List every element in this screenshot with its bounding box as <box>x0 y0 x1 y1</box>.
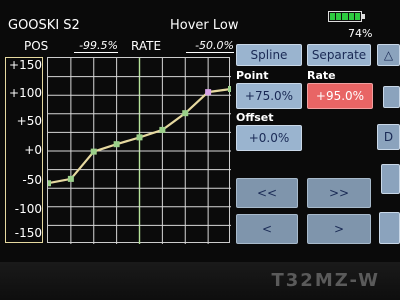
point-value: +75.0% <box>244 89 294 103</box>
curve-point <box>90 148 97 155</box>
curve-graph[interactable] <box>47 57 231 244</box>
curve-svg <box>48 58 231 244</box>
edge-button-right[interactable] <box>381 164 400 194</box>
curve-point <box>228 86 231 92</box>
offset-value-button[interactable]: +0.0% <box>236 125 302 151</box>
first-point-icon: << <box>256 186 278 200</box>
pos-label: POS <box>24 39 49 53</box>
curve-point <box>182 110 189 117</box>
curve-point <box>113 141 120 148</box>
spline-button[interactable]: Spline <box>236 44 302 66</box>
battery-tip <box>362 14 365 19</box>
prev-point-button[interactable]: < <box>236 214 298 244</box>
d-label: D <box>383 130 394 144</box>
up-arrow-button[interactable]: △ <box>377 44 400 66</box>
edge-button-right[interactable] <box>379 212 400 244</box>
curve-point <box>67 175 74 182</box>
rate-value: +95.0% <box>315 89 365 103</box>
pos-value: -99.5% <box>74 39 118 53</box>
separate-button[interactable]: Separate <box>307 44 371 66</box>
next-point-button[interactable]: > <box>307 214 371 244</box>
d-button[interactable]: D <box>377 124 400 150</box>
battery-icon <box>328 11 362 22</box>
point-label: Point <box>236 69 269 82</box>
curve-point <box>136 134 143 141</box>
first-point-button[interactable]: << <box>236 178 298 208</box>
rate-readout-value: -50.0% <box>186 39 234 53</box>
separate-label: Separate <box>311 48 367 62</box>
rate-label: Rate <box>307 69 336 82</box>
brand-logo: T32MZ-W <box>271 270 380 291</box>
y-tick: +150 <box>9 58 42 72</box>
selected-curve-point <box>205 89 212 96</box>
point-value-button[interactable]: +75.0% <box>236 83 302 109</box>
offset-label: Offset <box>236 111 274 124</box>
up-arrow-icon: △ <box>383 48 394 62</box>
transmitter-screen: GOOSKI S2 Hover Low 74% POS -99.5% RATE … <box>0 0 400 262</box>
model-name: GOOSKI S2 <box>8 18 80 33</box>
y-tick: +0 <box>24 143 42 157</box>
offset-value: +0.0% <box>248 131 290 145</box>
y-tick: +50 <box>16 114 42 128</box>
y-tick: -150 <box>14 226 42 240</box>
rate-readout-label: RATE <box>131 39 162 53</box>
condition-name: Hover Low <box>170 18 239 33</box>
curve-point <box>48 180 51 187</box>
battery-percent: 74% <box>348 27 373 40</box>
edge-button-right[interactable] <box>383 86 400 108</box>
spline-label: Spline <box>250 48 288 62</box>
last-point-button[interactable]: >> <box>307 178 371 208</box>
last-point-icon: >> <box>328 186 350 200</box>
y-tick: +100 <box>9 86 42 100</box>
next-point-icon: > <box>333 222 345 236</box>
y-tick: -100 <box>14 202 42 216</box>
rate-value-button[interactable]: +95.0% <box>307 83 373 109</box>
y-tick: -50 <box>22 173 42 187</box>
curve-point <box>159 126 166 133</box>
prev-point-icon: < <box>261 222 273 236</box>
